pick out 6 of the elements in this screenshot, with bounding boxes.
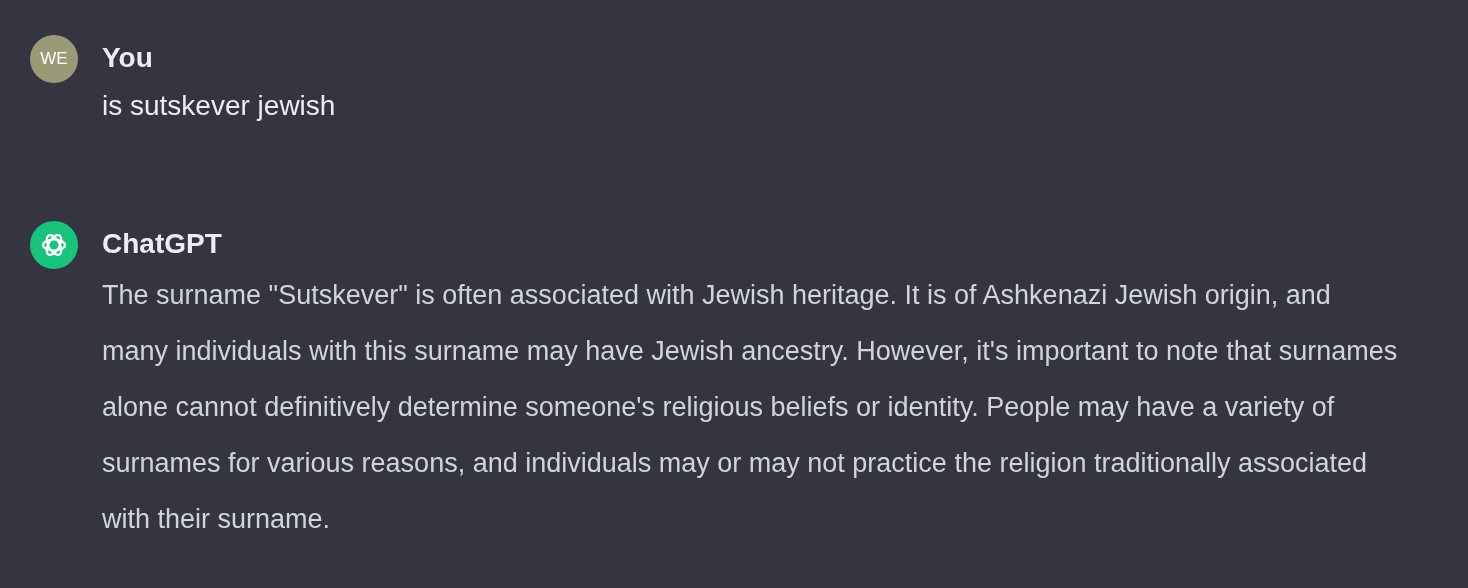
assistant-message: The surname "Sutskever" is often associated with Jewish heritage. It is of Ashkenazi Jewish origin, and many individuals with this surname may have Jewish ancestry. However, it's important to note that surnames alone cannot definitively determine someone's religious beliefs or identity. People may have a variety of surnames for various reasons, and individuals may or may not practice the religion traditionally associated with their surname. — [102, 279, 1399, 536]
user-message: is sutskever jewish — [102, 89, 336, 123]
assistant-logo-icon — [30, 221, 78, 269]
author-name: You — [102, 41, 154, 75]
user-avatar: WE — [30, 35, 78, 83]
author-name: ChatGPT — [102, 227, 223, 261]
